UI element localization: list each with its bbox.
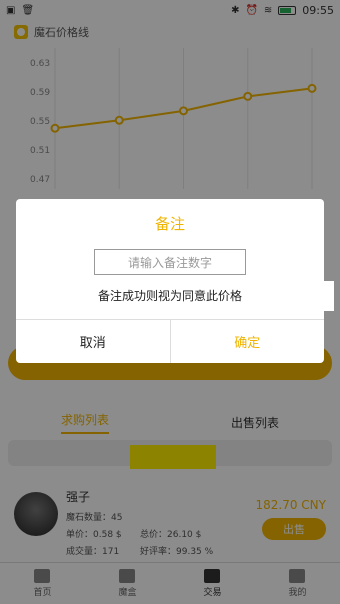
dialog-footer: 取消 确定	[16, 319, 324, 363]
remark-input[interactable]: 请输入备注数字	[94, 249, 246, 275]
cancel-button[interactable]: 取消	[16, 320, 171, 363]
dialog-title: 备注	[154, 215, 185, 233]
remark-dialog: 备注 请输入备注数字 备注成功则视为同意此价格 取消 确定	[16, 199, 324, 363]
dialog-message: 备注成功则视为同意此价格	[97, 289, 242, 303]
confirm-button[interactable]: 确定	[171, 320, 325, 363]
